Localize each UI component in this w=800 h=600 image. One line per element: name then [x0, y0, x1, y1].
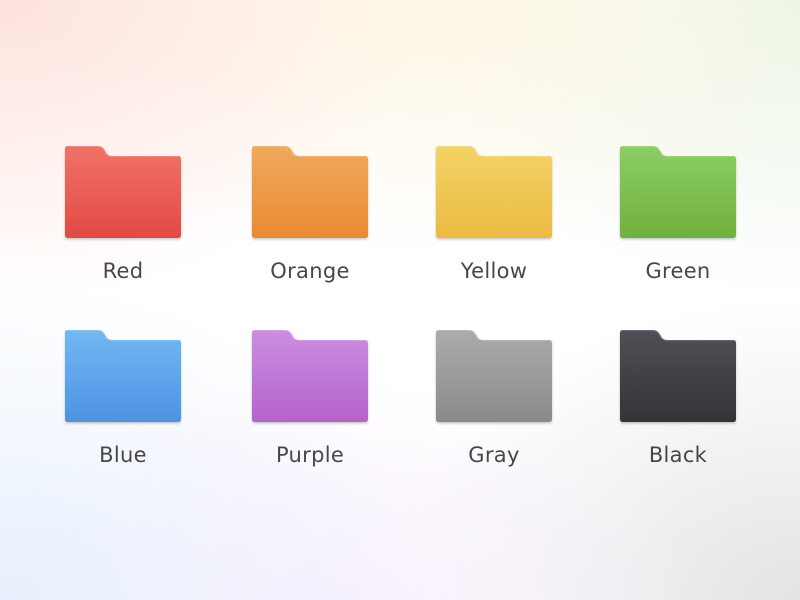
folder-shape	[65, 330, 181, 422]
folder-item-yellow[interactable]: Yellow	[419, 146, 569, 296]
folder-item-blue[interactable]: Blue	[48, 330, 198, 480]
folder-shape	[620, 330, 736, 422]
folder-shape	[252, 330, 368, 422]
folder-item-purple[interactable]: Purple	[235, 330, 385, 480]
folder-label-blue: Blue	[99, 443, 147, 467]
red-folder-icon[interactable]	[65, 146, 181, 238]
green-folder-icon[interactable]	[620, 146, 736, 238]
gray-folder-icon[interactable]	[436, 330, 552, 422]
folder-item-red[interactable]: Red	[48, 146, 198, 296]
folder-item-black[interactable]: Black	[603, 330, 753, 480]
folder-item-orange[interactable]: Orange	[235, 146, 385, 296]
folder-shape	[436, 146, 552, 238]
purple-folder-icon[interactable]	[252, 330, 368, 422]
folder-grid: Red Orange Yellow Green Blue Purple Gray…	[0, 0, 800, 600]
yellow-folder-icon[interactable]	[436, 146, 552, 238]
folder-shape	[252, 146, 368, 238]
folder-shape	[65, 146, 181, 238]
folder-label-gray: Gray	[468, 443, 520, 467]
blue-folder-icon[interactable]	[65, 330, 181, 422]
folder-label-black: Black	[648, 443, 708, 467]
folder-label-red: Red	[102, 259, 144, 283]
folder-label-orange: Orange	[270, 259, 350, 283]
folder-shape	[620, 146, 736, 238]
folder-label-green: Green	[645, 259, 711, 283]
folder-label-purple: Purple	[275, 443, 345, 467]
orange-folder-icon[interactable]	[252, 146, 368, 238]
folder-shape	[436, 330, 552, 422]
folder-label-yellow: Yellow	[460, 259, 528, 283]
folder-item-gray[interactable]: Gray	[419, 330, 569, 480]
folder-item-green[interactable]: Green	[603, 146, 753, 296]
black-folder-icon[interactable]	[620, 330, 736, 422]
